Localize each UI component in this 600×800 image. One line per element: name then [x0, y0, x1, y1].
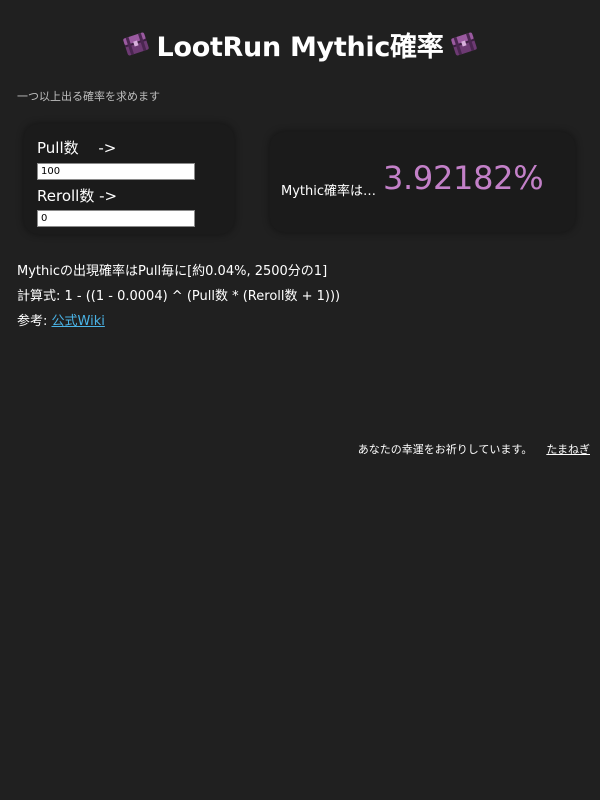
- pull-count-label: Pull数 ->: [37, 139, 117, 157]
- pull-count-input[interactable]: [37, 163, 195, 180]
- official-wiki-link[interactable]: 公式Wiki: [52, 314, 105, 329]
- chest-icon: [122, 32, 149, 56]
- footer-message: あなたの幸運をお祈りしています。: [357, 443, 533, 456]
- page: LootRun Mythic確率 一つ以上出る確率を求めます Pull数 -> …: [0, 0, 600, 800]
- chest-icon: [451, 32, 478, 56]
- page-title: LootRun Mythic確率: [156, 31, 444, 63]
- formula-text: 計算式: 1 - ((1 - 0.0004) ^ (Pull数 * (Rerol…: [17, 289, 341, 304]
- header: LootRun Mythic確率: [0, 22, 600, 66]
- reference-prefix: 参考:: [17, 314, 52, 329]
- result-label: Mythic確率は…: [281, 184, 377, 199]
- author-link[interactable]: たまねぎ: [546, 443, 590, 456]
- reroll-count-input[interactable]: [37, 210, 195, 227]
- reference-line: 参考: 公式Wiki: [17, 310, 105, 329]
- drop-rate-text: Mythicの出現確率はPull毎に[約0.04%, 2500分の1]: [17, 264, 328, 279]
- footer: あなたの幸運をお祈りしています。 たまねぎ: [358, 441, 590, 457]
- result-value: 3.92182%: [383, 159, 544, 197]
- page-subtitle: 一つ以上出る確率を求めます: [17, 90, 160, 103]
- reroll-count-label: Reroll数 ->: [37, 187, 118, 205]
